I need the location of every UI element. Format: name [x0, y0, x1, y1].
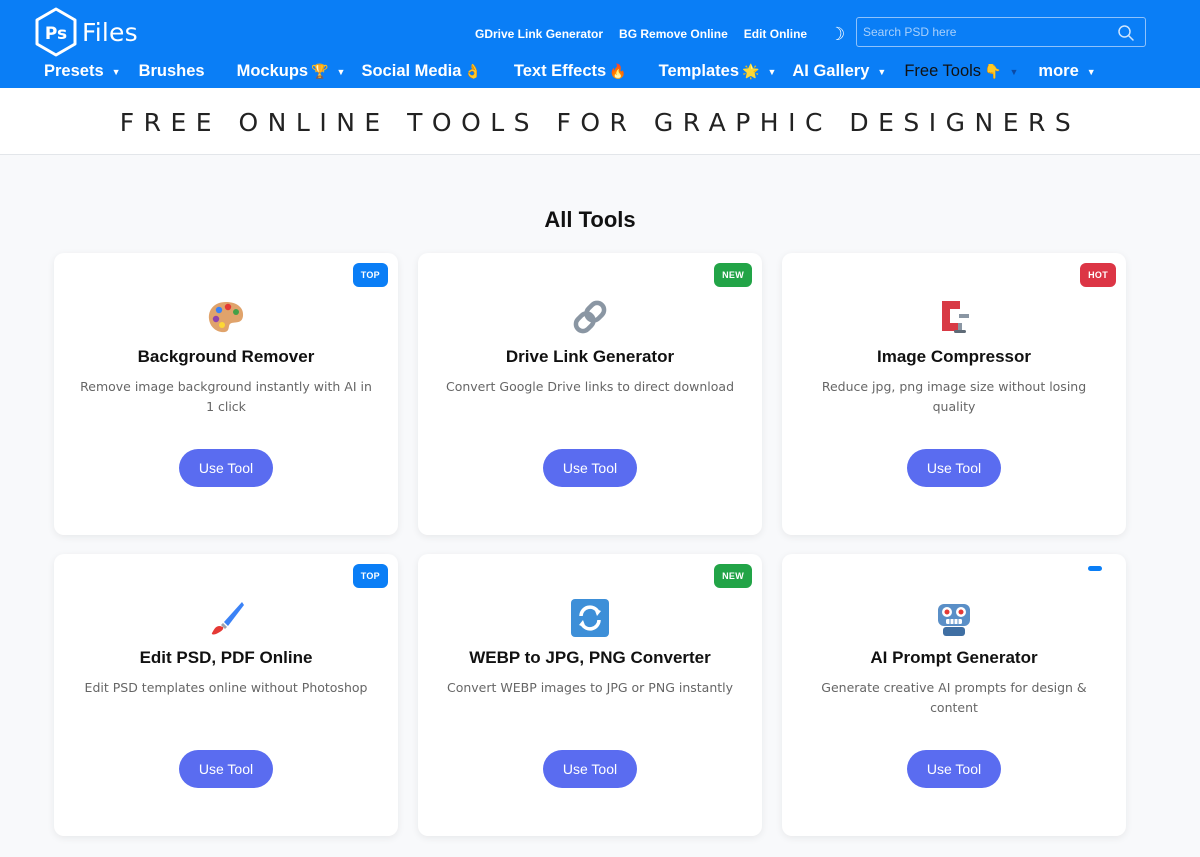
tool-description: Convert Google Drive links to direct dow…: [445, 379, 735, 394]
tool-card-background-remover: TOP Background Remover Remove image back…: [54, 253, 398, 535]
top-link-edit-online[interactable]: Edit Online: [744, 27, 807, 41]
page-title: FREE ONLINE TOOLS FOR GRAPHIC DESIGNERS: [119, 108, 1081, 137]
nav-item-mockups[interactable]: Mockups 🏆 ▼: [237, 62, 346, 81]
fire-icon: 🔥: [609, 63, 627, 79]
use-tool-button[interactable]: Use Tool: [907, 750, 1001, 788]
tool-title: WEBP to JPG, PNG Converter: [469, 648, 711, 667]
tool-title: Drive Link Generator: [505, 347, 675, 366]
nav-label: Free Tools: [904, 62, 982, 80]
dark-mode-toggle-icon[interactable]: ☽: [829, 25, 845, 43]
search-box: [856, 17, 1146, 47]
nav-item-brushes[interactable]: Brushes: [139, 62, 205, 81]
tool-title: Background Remover: [137, 347, 315, 366]
nav-item-more[interactable]: more ▼: [1038, 62, 1095, 81]
chevron-down-icon: ▼: [1086, 66, 1096, 77]
use-tool-button[interactable]: Use Tool: [543, 449, 637, 487]
nav-item-text-effects[interactable]: Text Effects 🔥: [514, 62, 627, 81]
nav-label: AI Gallery: [792, 62, 870, 80]
use-tool-button[interactable]: Use Tool: [907, 449, 1001, 487]
star-icon: 🌟: [742, 63, 760, 79]
chevron-down-icon: ▼: [1009, 66, 1019, 77]
logo-text: Files: [82, 17, 138, 47]
tool-title: Image Compressor: [877, 347, 1031, 366]
tool-card-drive-link-generator: NEW Drive Link Generator Convert Google …: [418, 253, 762, 535]
nav-label: Presets: [44, 62, 104, 80]
tool-description: Remove image background instantly with A…: [80, 379, 372, 414]
new-badge: NEW: [714, 564, 752, 588]
tool-description: Reduce jpg, png image size without losin…: [821, 379, 1087, 414]
nav-label: Text Effects: [513, 62, 607, 80]
link-icon: [570, 297, 610, 337]
search-icon[interactable]: [1117, 24, 1135, 42]
pointing-down-icon: 👇: [984, 63, 1002, 79]
use-tool-button[interactable]: Use Tool: [179, 750, 273, 788]
use-tool-button[interactable]: Use Tool: [543, 750, 637, 788]
site-logo[interactable]: Ps Files: [34, 7, 138, 57]
nav-label: Social Media: [361, 62, 462, 80]
top-links: GDrive Link Generator BG Remove Online E…: [475, 25, 859, 43]
convert-arrows-icon: [570, 598, 610, 638]
tool-description: Convert WEBP images to JPG or PNG instan…: [446, 680, 734, 695]
nav-item-templates[interactable]: Templates 🌟 ▼: [659, 62, 777, 81]
top-badge: TOP: [352, 263, 388, 287]
tool-title: AI Prompt Generator: [870, 648, 1038, 667]
ok-hand-icon: 👌: [464, 63, 482, 79]
top-badge: TOP: [352, 564, 388, 588]
tool-card-edit-psd-pdf: TOP Edit PSD, PDF Online Edit PSD templa…: [54, 554, 398, 836]
trophy-icon: 🏆: [311, 63, 329, 79]
paintbrush-icon: [206, 598, 246, 638]
top-link-bg-remove[interactable]: BG Remove Online: [619, 27, 728, 41]
search-input[interactable]: [863, 22, 1103, 42]
chevron-down-icon: ▼: [877, 66, 887, 77]
nav-label: Brushes: [138, 62, 205, 80]
tool-description: Edit PSD templates online without Photos…: [84, 680, 368, 695]
badge-indicator: [1088, 566, 1102, 571]
tool-card-webp-converter: NEW WEBP to JPG, PNG Converter Convert W…: [418, 554, 762, 836]
nav-label: Templates: [658, 62, 739, 80]
chevron-down-icon: ▼: [767, 66, 777, 77]
nav-item-ai-gallery[interactable]: AI Gallery ▼: [792, 62, 886, 81]
chevron-down-icon: ▼: [336, 66, 346, 77]
tool-title: Edit PSD, PDF Online: [139, 648, 313, 667]
page-banner: FREE ONLINE TOOLS FOR GRAPHIC DESIGNERS: [0, 88, 1200, 155]
use-tool-button[interactable]: Use Tool: [179, 449, 273, 487]
nav-label: Mockups: [236, 62, 309, 80]
nav-item-presets[interactable]: Presets ▼: [44, 62, 121, 81]
nav-label: more: [1038, 62, 1079, 80]
new-badge: NEW: [714, 263, 752, 287]
nav-item-social-media[interactable]: Social Media 👌: [361, 62, 481, 81]
section-title: All Tools: [544, 207, 636, 232]
main-nav: Presets ▼ Brushes Mockups 🏆 ▼ Social Media 👌…: [44, 62, 1096, 81]
hot-badge: HOT: [1080, 263, 1116, 287]
clamp-icon: [934, 297, 974, 337]
ps-logo-icon: Ps: [34, 7, 78, 57]
tool-description: Generate creative AI prompts for design …: [821, 680, 1087, 715]
palette-icon: [206, 297, 246, 337]
site-header: Ps Files GDrive Link Generator BG Remove…: [0, 0, 1200, 88]
tool-card-image-compressor: HOT Image Compressor Reduce jpg, png ima…: [782, 253, 1126, 535]
chevron-down-icon: ▼: [111, 66, 121, 77]
robot-icon: [934, 598, 974, 638]
logo-mark: Ps: [45, 24, 67, 44]
nav-item-free-tools[interactable]: Free Tools 👇 ▼: [904, 62, 1018, 81]
tool-card-ai-prompt-generator: AI Prompt Generator Generate creative AI…: [782, 554, 1126, 836]
top-link-gdrive[interactable]: GDrive Link Generator: [475, 27, 603, 41]
